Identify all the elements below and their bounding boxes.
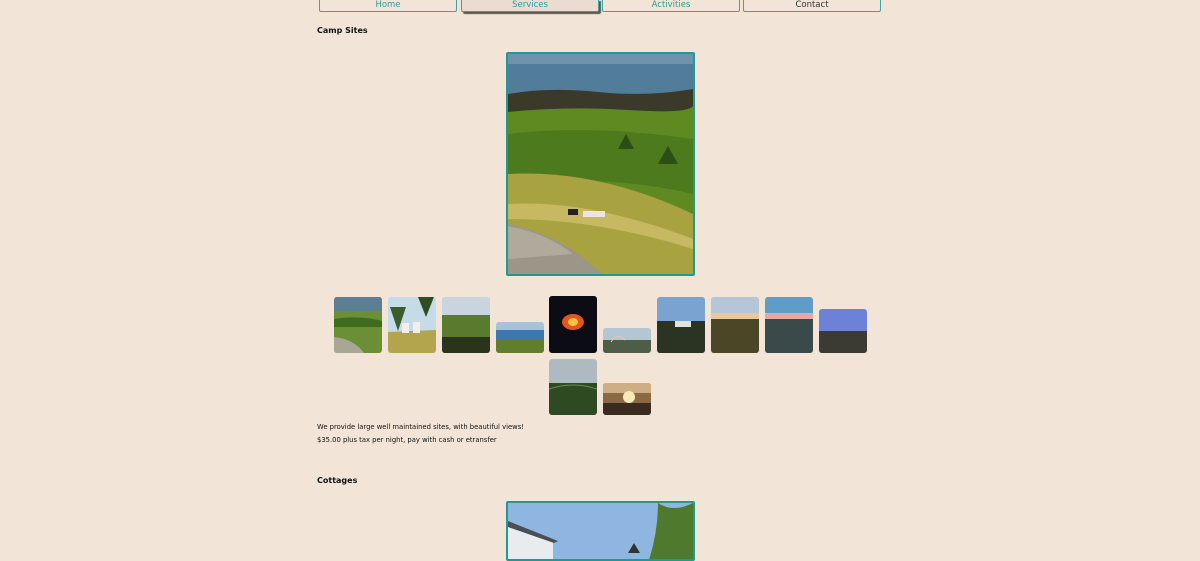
thumbnail-3[interactable]	[442, 297, 490, 353]
thumbnail-image	[549, 359, 597, 415]
camp-sites-price: $35.00 plus tax per night, pay with cash…	[317, 436, 497, 444]
thumbnail-5[interactable]	[549, 296, 597, 353]
thumbnail-4[interactable]	[496, 322, 544, 353]
cottage-photo-image	[508, 503, 693, 559]
nav-services[interactable]: Services	[461, 0, 599, 12]
thumbnail-image	[711, 297, 759, 353]
camp-site-main-photo[interactable]	[506, 52, 695, 276]
cottages-heading: Cottages	[317, 476, 358, 485]
thumbnail-image	[442, 297, 490, 353]
thumbnail-image	[549, 296, 597, 353]
thumbnail-image	[603, 328, 651, 353]
thumbnail-8[interactable]	[711, 297, 759, 353]
camp-sites-description: We provide large well maintained sites, …	[317, 423, 524, 431]
thumbnail-6[interactable]	[603, 328, 651, 353]
thumbnail-11[interactable]	[549, 359, 597, 415]
thumbnail-image	[334, 297, 382, 353]
camp-sites-heading: Camp Sites	[317, 26, 368, 35]
thumbnail-image	[603, 383, 651, 415]
thumbnail-9[interactable]	[765, 297, 813, 353]
main-photo-image	[508, 54, 693, 274]
thumbnail-image	[819, 309, 867, 353]
thumbnail-10[interactable]	[819, 309, 867, 353]
main-nav: Home Services Activities Contact	[319, 0, 881, 14]
thumbnail-image	[765, 297, 813, 353]
thumbnail-image	[496, 322, 544, 353]
thumbnail-7[interactable]	[657, 297, 705, 353]
cottage-main-photo[interactable]	[506, 501, 695, 561]
thumbnail-image	[388, 297, 436, 353]
thumbnail-2[interactable]	[388, 297, 436, 353]
thumbnail-1[interactable]	[334, 297, 382, 353]
thumbnail-12[interactable]	[603, 383, 651, 415]
nav-contact[interactable]: Contact	[743, 0, 881, 12]
nav-activities[interactable]: Activities	[602, 0, 740, 12]
thumbnail-image	[657, 297, 705, 353]
nav-home[interactable]: Home	[319, 0, 457, 12]
